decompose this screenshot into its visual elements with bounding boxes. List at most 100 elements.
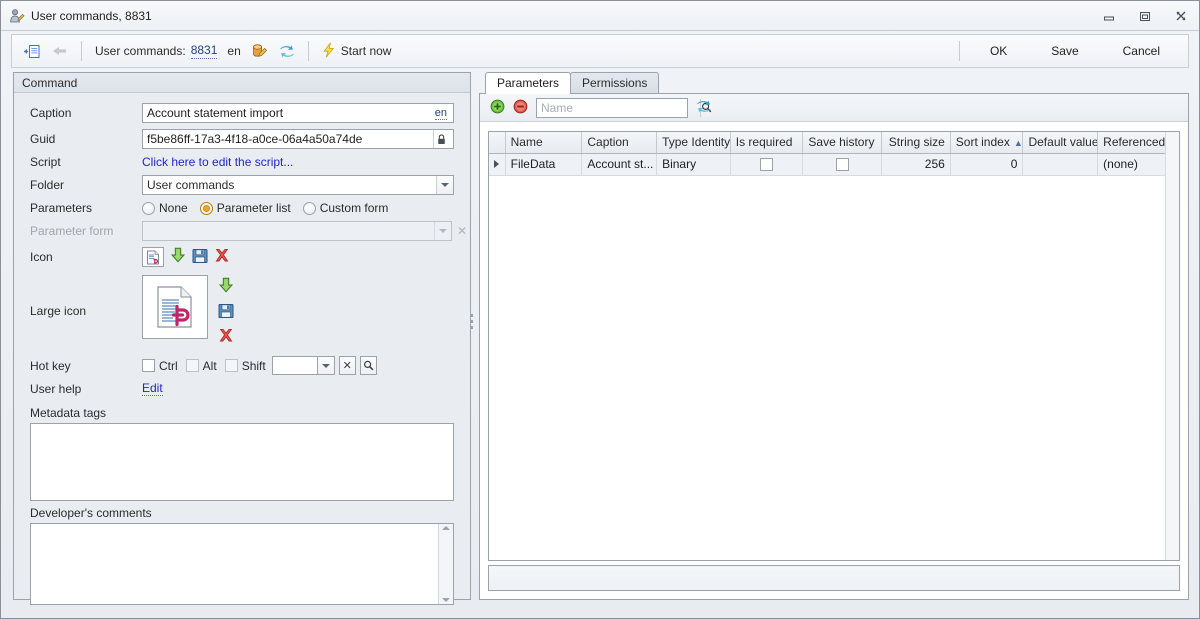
radio-none-dot (142, 201, 155, 215)
lock-icon[interactable] (433, 130, 449, 148)
hotkey-alt-checkbox[interactable]: Alt (185, 359, 217, 373)
refresh-icon[interactable] (274, 39, 300, 63)
tab-permissions[interactable]: Permissions (570, 72, 660, 94)
close-icon[interactable] (1163, 2, 1199, 30)
column-header-sort-index[interactable]: Sort index ▲ (950, 132, 1024, 154)
open-in-list-icon[interactable] (18, 39, 45, 63)
column-header-default-value[interactable]: Default value (1022, 132, 1099, 154)
field-parameters: Parameters None Parameter list Custom fo… (14, 201, 470, 215)
cell-save-history[interactable] (802, 153, 883, 176)
clear-icon[interactable]: ✕ (338, 356, 356, 375)
start-now-button[interactable]: Start now (317, 39, 397, 63)
edit-script-link[interactable]: Click here to edit the script... (142, 155, 293, 169)
checkbox-box (835, 158, 849, 172)
developer-comments-textarea[interactable] (30, 523, 454, 605)
column-header-string-size[interactable]: String size (881, 132, 951, 154)
column-header-type-identity[interactable]: Type Identity (656, 132, 731, 154)
toolbar-separator-3 (958, 41, 960, 61)
search-input[interactable] (537, 98, 700, 117)
download-icon[interactable] (218, 277, 234, 297)
parameter-search[interactable] (536, 97, 712, 118)
refresh-icon[interactable] (696, 99, 712, 117)
save-button[interactable]: Save (1029, 40, 1100, 62)
chevron-down-icon[interactable] (317, 356, 335, 375)
table-row[interactable]: FileData Account st... Binary 256 0 (non… (489, 153, 1179, 176)
field-hotkey: Hot key Ctrl Alt Shift ✕ (14, 356, 470, 375)
table-header-row: Name Caption Type Identity Is required S… (489, 132, 1179, 154)
add-icon[interactable] (490, 99, 505, 117)
radio-custom-form-label: Custom form (319, 201, 389, 215)
language-label: en (227, 44, 241, 58)
comments-scrollbar[interactable] (438, 524, 453, 604)
parameters-table: Name Caption Type Identity Is required S… (489, 132, 1179, 176)
download-icon[interactable] (170, 247, 186, 267)
radio-parameter-list-label: Parameter list (216, 201, 291, 215)
metadata-tags-textarea[interactable] (30, 423, 454, 501)
guid-input[interactable]: f5be86ff-17a3-4f18-a0ce-06a4a50a74de (142, 129, 454, 149)
large-document-icon[interactable] (142, 275, 208, 339)
cell-is-required[interactable] (730, 153, 804, 176)
entity-label: User commands: (95, 44, 186, 58)
chevron-down-icon[interactable] (436, 176, 453, 194)
checkbox-box (760, 158, 774, 172)
grid-footer (488, 565, 1180, 591)
script-label: Script (30, 155, 61, 169)
hotkey-key-input[interactable] (271, 356, 318, 375)
delete-icon[interactable] (214, 248, 230, 266)
caption-label: Caption (30, 106, 72, 120)
remove-icon[interactable] (513, 99, 528, 117)
metadata-tags-label: Metadata tags (30, 406, 107, 420)
save-icon[interactable] (192, 248, 208, 267)
maximize-icon[interactable] (1127, 2, 1163, 30)
cancel-button[interactable]: Cancel (1101, 40, 1182, 62)
column-header-is-required[interactable]: Is required (730, 132, 804, 154)
radio-none[interactable]: None (142, 201, 188, 215)
parameters-tab-content: Name Caption Type Identity Is required S… (479, 93, 1189, 600)
radio-parameter-list[interactable]: Parameter list (199, 201, 291, 215)
column-header-caption[interactable]: Caption (581, 132, 658, 154)
developer-comments-label: Developer's comments (30, 506, 152, 520)
caption-input[interactable]: Account statement import en (142, 103, 454, 123)
delete-icon[interactable] (218, 328, 234, 346)
splitter-dot (469, 313, 473, 317)
back-arrow-icon[interactable] (45, 39, 73, 63)
icon-actions (142, 247, 230, 267)
radio-none-label: None (159, 201, 188, 215)
caption-language-link[interactable]: en (434, 107, 447, 120)
chevron-down-icon-disabled (434, 222, 452, 240)
document-icon[interactable] (142, 247, 164, 267)
panel-splitter[interactable] (467, 301, 475, 341)
save-icon[interactable] (218, 303, 234, 322)
hotkey-shift-checkbox[interactable]: Shift (224, 359, 266, 373)
hotkey-ctrl-checkbox[interactable]: Ctrl (142, 359, 178, 373)
command-panel: Command Caption Account statement import… (13, 72, 471, 605)
field-icon: Icon (14, 247, 470, 267)
cell-caption: Account st... (581, 153, 658, 176)
minimize-icon[interactable] (1091, 2, 1127, 30)
language-selector[interactable]: en (222, 39, 245, 63)
radio-parameter-list-dot (199, 201, 213, 215)
user-help-edit-link[interactable]: Edit (142, 381, 163, 396)
field-folder: Folder User commands (14, 175, 470, 195)
window-title: User commands, 8831 (31, 8, 152, 23)
sort-ascending-icon: ▲ (1013, 138, 1023, 149)
cell-type-identity: Binary (656, 153, 731, 176)
toolbar-separator (81, 41, 82, 61)
cell-sort-index: 0 (950, 153, 1024, 176)
grid-scrollbar[interactable] (1165, 132, 1179, 560)
ok-button[interactable]: OK (968, 40, 1029, 62)
parameters-toolbar (480, 94, 1188, 122)
entity-id[interactable]: 8831 (190, 43, 218, 59)
radio-custom-form-dot (302, 201, 316, 215)
edit-object-icon[interactable] (246, 39, 274, 63)
radio-custom-form[interactable]: Custom form (302, 201, 389, 215)
folder-combobox[interactable]: User commands (142, 175, 454, 195)
parameter-form-clear-icon: ✕ (457, 224, 468, 238)
window-controls (1091, 1, 1199, 31)
column-header-name[interactable]: Name (505, 132, 583, 154)
title-bar: User commands, 8831 (1, 1, 1199, 31)
column-header-save-history[interactable]: Save history (802, 132, 883, 154)
details-panel: Parameters Permissions Name Name Caption… (479, 72, 1189, 600)
tab-parameters[interactable]: Parameters (485, 72, 572, 94)
search-icon[interactable] (359, 356, 377, 375)
